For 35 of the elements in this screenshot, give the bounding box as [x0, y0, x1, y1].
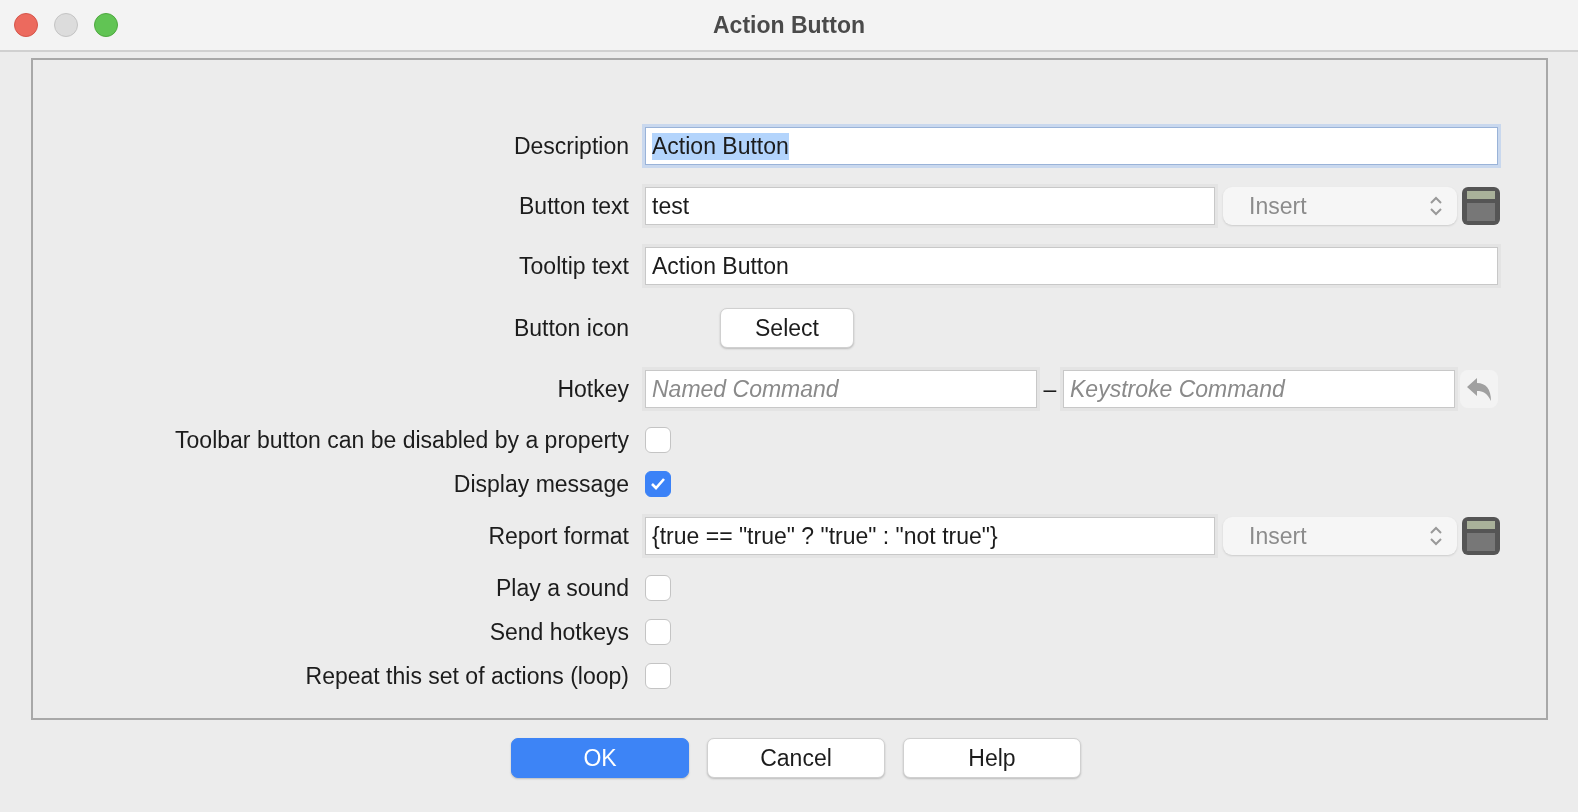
- field-label: Repeat this set of actions (loop): [304, 662, 630, 690]
- field-label: Report format: [487, 522, 630, 550]
- zoom-icon[interactable]: [94, 13, 118, 37]
- field-label: Send hotkeys: [488, 618, 630, 646]
- close-icon[interactable]: [14, 13, 38, 37]
- separator-text: –: [1042, 375, 1058, 403]
- field-label: Description: [512, 132, 630, 160]
- dialog-button[interactable]: Help: [903, 738, 1081, 778]
- text-field[interactable]: Action Button: [645, 127, 1498, 165]
- select-button[interactable]: Select: [720, 308, 854, 348]
- field-label: Button text: [518, 192, 630, 220]
- checkbox[interactable]: [645, 471, 671, 497]
- checkbox[interactable]: [645, 427, 671, 453]
- field-label: Play a sound: [495, 574, 630, 602]
- up-down-arrows-icon: [1429, 195, 1443, 217]
- keystroke-command-field[interactable]: Keystroke Command: [1063, 370, 1455, 408]
- dialog-button[interactable]: OK: [511, 738, 689, 778]
- text-field[interactable]: test: [645, 187, 1215, 225]
- field-label: Tooltip text: [518, 252, 630, 280]
- minimize-icon[interactable]: [54, 13, 78, 37]
- calculator-icon[interactable]: [1461, 516, 1501, 556]
- field-label: Button icon: [512, 314, 630, 342]
- dialog-button[interactable]: Cancel: [707, 738, 885, 778]
- field-label: Toolbar button can be disabled by a property: [174, 426, 630, 454]
- calculator-icon[interactable]: [1461, 186, 1501, 226]
- checkbox[interactable]: [645, 663, 671, 689]
- window-title: Action Button: [713, 11, 865, 39]
- named-command-field[interactable]: Named Command: [645, 370, 1037, 408]
- up-down-arrows-icon: [1429, 525, 1443, 547]
- field-label: Display message: [452, 470, 630, 498]
- checkbox[interactable]: [645, 619, 671, 645]
- text-field[interactable]: {true == "true" ? "true" : "not true"}: [645, 517, 1215, 555]
- text-field[interactable]: Action Button: [645, 247, 1498, 285]
- checkbox[interactable]: [645, 575, 671, 601]
- field-label: Hotkey: [556, 375, 630, 403]
